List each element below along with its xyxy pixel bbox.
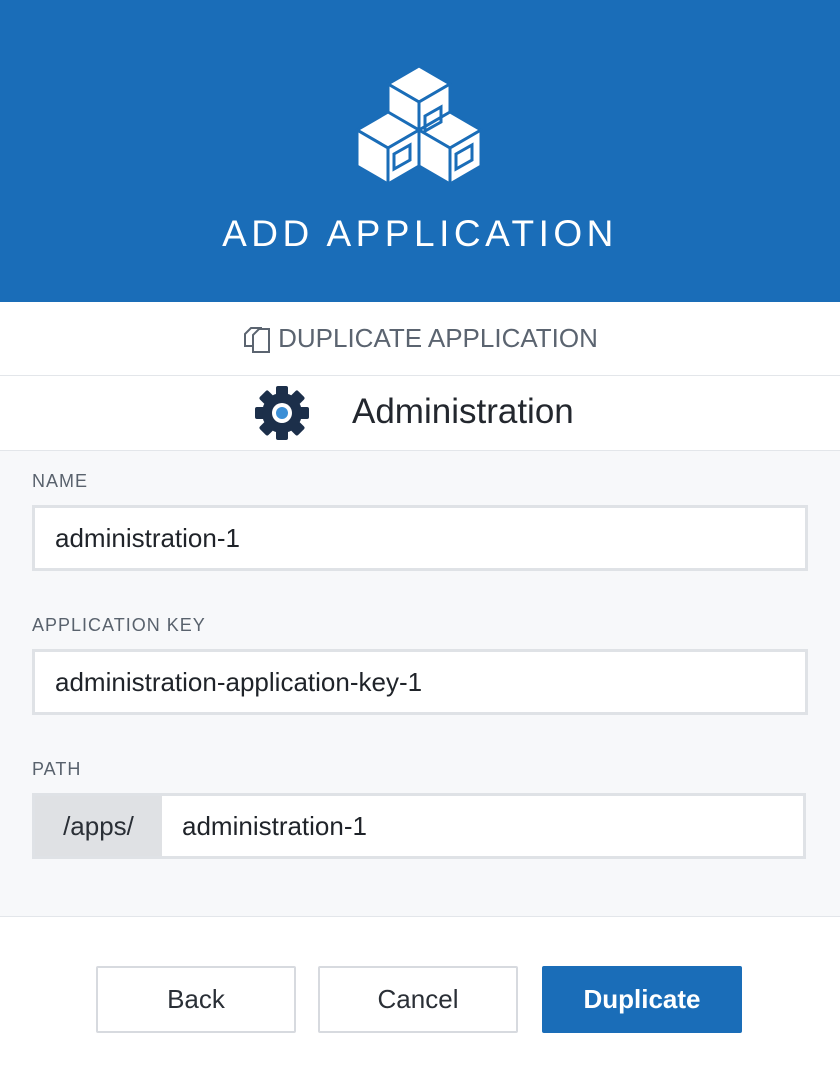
duplicate-application-label: DUPLICATE APPLICATION	[278, 323, 598, 353]
application-name: Administration	[352, 392, 574, 431]
application-key-input[interactable]	[32, 649, 808, 715]
duplicate-form: NAME APPLICATION KEY PATH /apps/	[0, 451, 840, 917]
cancel-button[interactable]: Cancel	[318, 966, 518, 1033]
path-field: /apps/	[32, 793, 806, 859]
path-label: PATH	[32, 759, 82, 779]
dialog-header: ADD APPLICATION	[0, 0, 840, 302]
path-prefix: /apps/	[35, 796, 162, 856]
back-button[interactable]: Back	[96, 966, 296, 1033]
name-label: NAME	[32, 471, 89, 491]
copy-icon	[244, 326, 271, 353]
source-application: Administration	[0, 376, 840, 451]
dialog-footer: Back Cancel Duplicate	[0, 917, 840, 1082]
duplicate-button[interactable]: Duplicate	[542, 966, 742, 1033]
name-input[interactable]	[32, 505, 808, 571]
gear-icon	[255, 386, 309, 440]
application-key-label: APPLICATION KEY	[32, 615, 206, 635]
dialog-title: ADD APPLICATION	[222, 213, 618, 254]
add-application-dialog: ADD APPLICATION DUPLICATE APPLICATION Ad…	[0, 0, 840, 1082]
stacked-cubes-icon	[355, 64, 483, 186]
duplicate-application-heading: DUPLICATE APPLICATION	[0, 302, 840, 376]
path-input[interactable]	[162, 796, 803, 856]
